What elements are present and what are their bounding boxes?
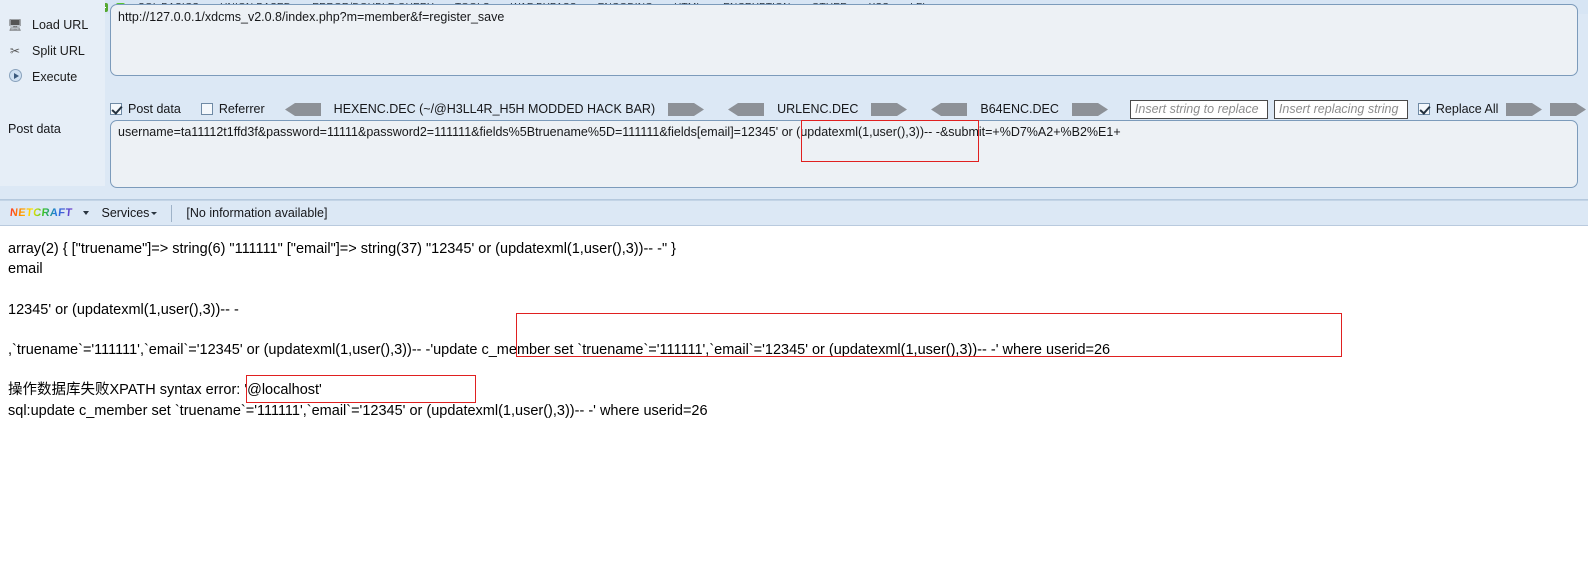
urlenc-encode-button[interactable]: [871, 102, 908, 116]
execute-button[interactable]: Execute: [0, 64, 105, 90]
netcraft-services-label: Services: [101, 206, 150, 220]
urlenc-decode-button[interactable]: [728, 102, 765, 116]
output-line-sql-statement: sql:update c_member set `truename`='1111…: [8, 403, 708, 419]
page-output: array(2) { ["truename"]=> string(6) "111…: [0, 227, 1588, 561]
hexenc-label: HEXENC.DEC (~/@H3LL4R_H5H MODDED HACK BA…: [333, 102, 656, 116]
url-input[interactable]: http://127.0.0.1/xdcms_v2.0.8/index.php?…: [110, 4, 1578, 76]
browser-icon: 🖥: [7, 18, 23, 32]
referrer-checkbox-label: Referrer: [218, 102, 265, 116]
replace-search-input[interactable]: Insert string to replace: [1129, 99, 1268, 119]
chevron-down-icon[interactable]: [83, 211, 90, 215]
annotation-box-xpath-error: [246, 375, 476, 403]
hackbar-panel: INT SQL BASICS UNION BASED ERROR/DOUBLE …: [0, 0, 1588, 200]
hexenc-encode-button[interactable]: [668, 102, 705, 116]
annotation-box-postdata-payload: [801, 120, 979, 162]
replace-all-label: Replace All: [1435, 102, 1499, 116]
hexenc-decode-button[interactable]: [284, 102, 321, 116]
hackbar-action-column: 🖥 Load URL ✂ Split URL Execute: [0, 0, 105, 186]
load-url-button[interactable]: 🖥 Load URL: [0, 12, 105, 38]
netcraft-info-text: [No information available]: [186, 206, 328, 220]
play-icon: [0, 69, 30, 85]
split-url-label: Split URL: [32, 44, 85, 58]
replace-with-input[interactable]: Insert replacing string: [1273, 99, 1408, 119]
output-line-email: email: [8, 261, 43, 277]
load-url-label: Load URL: [32, 18, 89, 32]
annotation-box-sql-update: [516, 313, 1342, 357]
replace-all-checkbox[interactable]: [1417, 103, 1430, 115]
hackbar-options-row: Post data Referrer HEXENC.DEC (~/@H3LL4R…: [110, 98, 1588, 120]
execute-label: Execute: [32, 70, 78, 84]
replace-apply-button[interactable]: [1506, 102, 1543, 116]
output-line-email-value: 12345' or (updatexml(1,user(),3))-- -: [8, 302, 239, 318]
urlenc-label: URLENC.DEC: [777, 102, 859, 116]
netcraft-toolbar: NETCRAFT Services [No information availa…: [0, 200, 1588, 226]
chevron-down-icon: [151, 212, 158, 216]
toolbar-divider: [171, 204, 173, 222]
output-line-var-dump: array(2) { ["truename"]=> string(6) "111…: [8, 241, 676, 257]
scissors-icon: ✂: [9, 44, 21, 58]
netcraft-logo: NETCRAFT: [9, 207, 74, 219]
b64enc-label: B64ENC.DEC: [980, 102, 1059, 116]
post-data-checkbox[interactable]: [110, 103, 122, 115]
post-data-checkbox-label: Post data: [128, 102, 181, 116]
replace-apply-alt-button[interactable]: [1550, 102, 1587, 116]
referrer-checkbox[interactable]: [200, 103, 213, 115]
split-url-button[interactable]: ✂ Split URL: [0, 38, 105, 64]
netcraft-services-menu[interactable]: Services: [101, 206, 158, 220]
post-data-label: Post data: [8, 122, 61, 136]
b64enc-decode-button[interactable]: [931, 102, 968, 116]
b64enc-encode-button[interactable]: [1071, 102, 1108, 116]
